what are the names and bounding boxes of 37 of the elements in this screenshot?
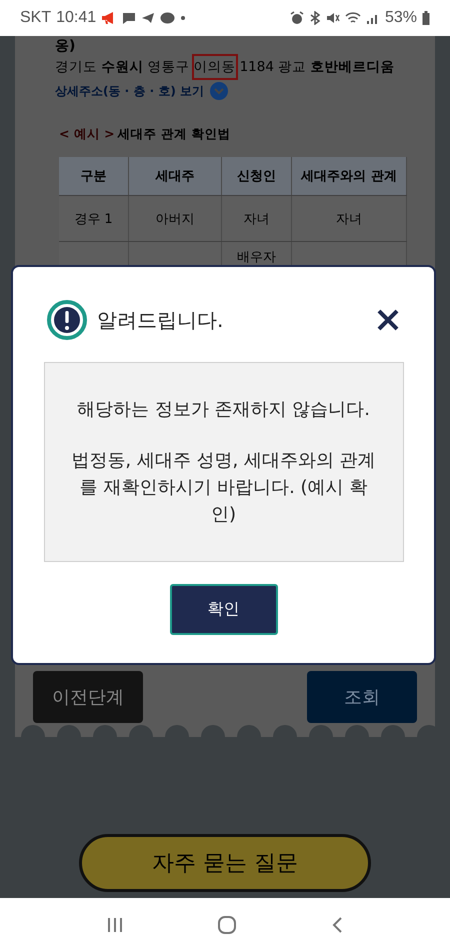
faq-button[interactable]: 자주 묻는 질문 <box>79 834 371 892</box>
dialog-title: 알려드립니다. <box>97 306 224 334</box>
address-text: 옹) <box>54 37 76 56</box>
confirm-button[interactable]: 확인 <box>170 584 278 635</box>
address-text: 1184 광교 호반베르디움 <box>240 58 395 77</box>
wifi-icon <box>344 12 361 24</box>
battery-percent: 53% <box>384 9 417 27</box>
battery-icon <box>422 11 430 25</box>
example-title: 세대주 관계 확인법 <box>118 126 230 143</box>
search-button[interactable]: 조회 <box>307 671 417 723</box>
clock: 10:41 <box>56 9 96 27</box>
column-header: 신청인 <box>222 157 292 195</box>
column-header: 세대주와의 관계 <box>292 157 407 195</box>
column-header: 세대주 <box>129 157 222 195</box>
paper-plane-icon <box>141 12 156 24</box>
example-tag: < 예시 > <box>59 126 115 143</box>
table-cell: 아버지 <box>129 196 222 241</box>
table-cell: 경우 1 <box>59 196 129 241</box>
close-icon[interactable] <box>376 308 400 332</box>
exclamation-icon <box>47 300 87 340</box>
signal-icon <box>366 12 380 24</box>
home-icon[interactable] <box>216 914 237 934</box>
table-cell: 자녀 <box>222 196 292 241</box>
previous-step-button[interactable]: 이전단계 <box>33 671 143 723</box>
table-cell: 자녀 <box>292 196 407 241</box>
dot-icon <box>180 15 186 21</box>
detail-address-link[interactable]: 상세주소(동 · 층 · 호) 보기 <box>55 82 204 100</box>
carrier-name: SKT <box>20 9 52 27</box>
chat-bubble-icon <box>122 12 136 24</box>
column-header: 구분 <box>59 157 129 195</box>
alarm-icon <box>290 11 304 25</box>
bluetooth-icon <box>308 11 321 25</box>
address-text: 경기도 수원시 영통구 <box>55 58 190 77</box>
speech-bubble-icon <box>160 12 176 24</box>
address-text: 이의동 <box>194 56 236 78</box>
mute-icon <box>326 11 340 25</box>
recent-apps-icon[interactable] <box>106 916 124 934</box>
